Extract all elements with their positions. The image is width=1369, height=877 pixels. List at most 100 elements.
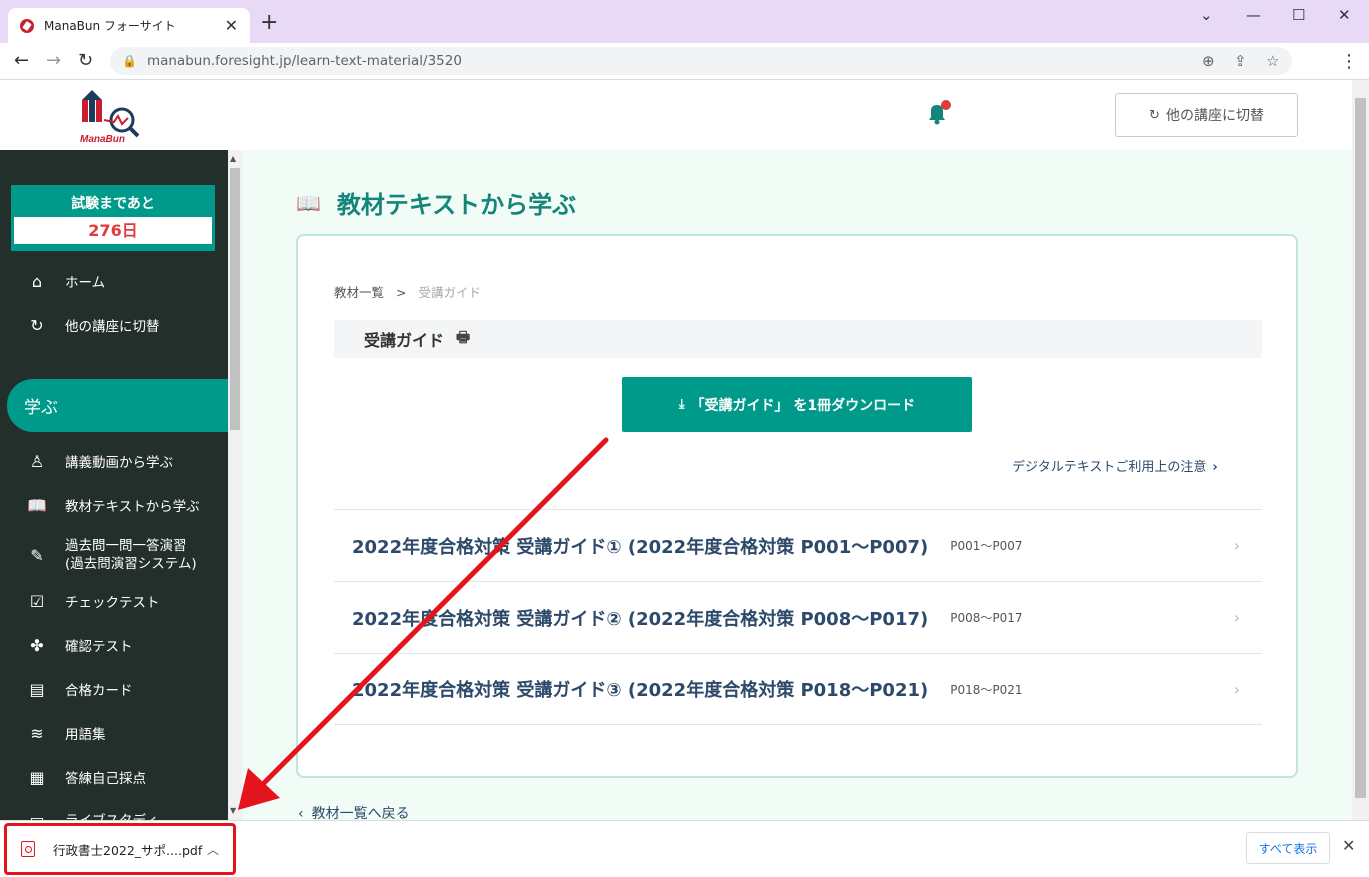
chevron-right-icon: › [1233,608,1240,627]
chapter-title: 2022年度合格対策 受講ガイド② (2022年度合格対策 P008～P017) [352,608,929,630]
page-scrollbar[interactable] [1352,80,1369,820]
site-header: ManaBun ↻ 他の講座に切替 [0,80,1352,150]
pdf-file-icon [21,841,35,857]
list-item[interactable]: 2022年度合格対策 受講ガイド③ (2022年度合格対策 P018～P021)… [334,653,1262,725]
sidebar-item-label: 過去問一問一答演習 [65,538,187,554]
page-scroll-thumb[interactable] [1355,98,1366,798]
refresh-icon: ↻ [1149,107,1160,123]
downloaded-file-name: 行政書士2022_サポ....pdf [53,842,203,858]
main-content: 📖 教材テキストから学ぶ 教材一覧 > 受講ガイド 受講ガイド 🖶 ⤓ 「受講ガ… [242,150,1352,822]
sidebar-section-learn[interactable]: 学ぶ [7,379,228,432]
exam-countdown: 試験まであと 276日 [11,185,215,251]
sidebar-item-label: 答練自己採点 [65,771,146,787]
chevron-right-icon: › [1212,460,1218,475]
sidebar-item-past-questions[interactable]: ✎ 過去問一問一答演習 (過去問演習システム) [0,535,228,575]
sidebar: 試験まであと 276日 ⌂ ホーム ↻ 他の講座に切替 学ぶ ♙ 講義動画から学… [0,150,228,820]
material-card: 教材一覧 > 受講ガイド 受講ガイド 🖶 ⤓ 「受講ガイド」 を1冊ダウンロード… [296,234,1298,778]
countdown-label: 試験まであと [71,196,155,212]
url-text: manabun.foresight.jp/learn-text-material… [146,53,462,69]
site-favicon-icon [20,18,34,33]
download-bar-close-icon[interactable]: ✕ [1342,836,1355,855]
lock-icon: 🔒 [122,54,137,68]
zoom-icon[interactable]: ⊕ [1202,52,1215,70]
chapter-title: 2022年度合格対策 受講ガイド③ (2022年度合格対策 P018～P021) [352,680,929,701]
countdown-days: 276日 [14,217,212,244]
browser-menu-icon[interactable]: ⋮ [1340,51,1358,72]
edit-icon: ✎ [30,545,44,565]
window-close-button[interactable]: ✕ [1338,6,1351,24]
breadcrumb-parent[interactable]: 教材一覧 [334,285,384,300]
download-bar: 行政書士2022_サポ....pdf ︿ すべて表示 ✕ [0,820,1369,877]
notice-label: デジタルテキストご利用上の注意 [1012,460,1207,475]
sidebar-item-label-sub: (過去問演習システム) [65,556,197,572]
grading-icon: ▦ [29,767,45,787]
manabun-logo[interactable]: ManaBun [78,90,142,144]
sidebar-item-self-grading[interactable]: ▦ 答練自己採点 [0,766,228,788]
sidebar-item-label: 教材テキストから学ぶ [65,499,200,515]
guide-title-bar: 受講ガイド 🖶 [334,320,1262,358]
sidebar-item-live-study[interactable]: ▭ ライブスタディ [0,808,228,821]
sidebar-scroll-thumb[interactable] [230,168,240,430]
tab-title: ManaBun フォーサイト [44,19,176,33]
sidebar-item-label: 確認テスト [65,639,133,655]
chapter-list: 2022年度合格対策 受講ガイド① (2022年度合格対策 P001～P007)… [334,509,1262,725]
download-icon: ⤓ [678,397,685,412]
list-item[interactable]: 2022年度合格対策 受講ガイド① (2022年度合格対策 P001～P007)… [334,509,1262,581]
share-icon[interactable]: ⇪ [1234,52,1247,70]
refresh-icon: ↻ [30,315,44,335]
sidebar-scrollbar[interactable]: ▲ ▼ [228,150,242,820]
address-bar[interactable]: 🔒 manabun.foresight.jp/learn-text-materi… [110,47,1292,75]
sidebar-item-glossary[interactable]: ≋ 用語集 [0,722,228,744]
downloaded-file-item[interactable]: 行政書士2022_サポ....pdf ︿ [4,823,236,875]
book-icon: 📖 [296,190,321,215]
forward-arrow-icon[interactable]: → [46,50,61,71]
sidebar-item-label: ホーム [65,275,106,291]
back-arrow-icon[interactable]: ← [14,50,29,71]
sidebar-item-label: 講義動画から学ぶ [65,455,173,471]
cards-icon: ▤ [29,679,45,699]
sidebar-item-label: 合格カード [65,683,133,699]
browser-toolbar: ← → ↻ 🔒 manabun.foresight.jp/learn-text-… [0,43,1369,80]
new-tab-button[interactable]: + [260,12,278,34]
reload-icon[interactable]: ↻ [78,50,93,71]
svg-text:ManaBun: ManaBun [80,134,125,144]
breadcrumb: 教材一覧 > 受講ガイド [334,282,481,301]
page-title-text: 教材テキストから学ぶ [336,191,577,219]
sidebar-item-home[interactable]: ⌂ ホーム [0,270,228,292]
chapter-title: 2022年度合格対策 受講ガイド① (2022年度合格対策 P001～P007) [352,536,929,558]
notification-bell-icon[interactable] [925,100,951,126]
minimize-button[interactable]: — [1246,6,1261,24]
chevron-right-icon: › [1233,536,1240,555]
sidebar-item-confirm-test[interactable]: ✤ 確認テスト [0,634,228,656]
scroll-down-icon[interactable]: ▼ [230,806,236,815]
live-icon: ▭ [29,809,45,821]
sidebar-item-lecture-video[interactable]: ♙ 講義動画から学ぶ [0,450,228,472]
chapter-pages: P001～P007 [950,539,1023,553]
breadcrumb-current: 受講ガイド [418,285,481,300]
chevron-up-icon[interactable]: ︿ [207,841,219,858]
bookmark-star-icon[interactable]: ☆ [1266,52,1279,70]
show-all-downloads-button[interactable]: すべて表示 [1246,832,1330,864]
print-icon[interactable]: 🖶 [456,327,470,352]
download-guide-button[interactable]: ⤓ 「受講ガイド」 を1冊ダウンロード [622,377,972,432]
lecturer-icon: ♙ [29,451,45,471]
sidebar-item-switch-course[interactable]: ↻ 他の講座に切替 [0,314,228,336]
chevron-right-icon: › [1233,679,1240,699]
tab-search-icon[interactable]: ⌄ [1200,6,1213,24]
maximize-button[interactable]: ☐ [1292,6,1305,24]
home-icon: ⌂ [31,271,43,291]
sidebar-item-label: ライブスタディ [65,809,159,820]
tab-close-icon[interactable]: ✕ [225,16,238,35]
browser-tab[interactable]: ManaBun フォーサイト ✕ [8,8,250,43]
sidebar-item-pass-cards[interactable]: ▤ 合格カード [0,678,228,700]
sidebar-item-text-material[interactable]: 📖 教材テキストから学ぶ [0,494,228,516]
list-item[interactable]: 2022年度合格対策 受講ガイド② (2022年度合格対策 P008～P017)… [334,581,1262,653]
download-guide-label: 「受講ガイド」 を1冊ダウンロード [690,397,916,414]
sidebar-item-label: 用語集 [65,727,106,743]
scroll-up-icon[interactable]: ▲ [230,154,236,163]
breadcrumb-separator: > [396,285,407,300]
switch-course-button[interactable]: ↻ 他の講座に切替 [1115,93,1298,137]
guide-title: 受講ガイド [364,331,445,350]
digital-text-notice-link[interactable]: デジタルテキストご利用上の注意 › [1012,456,1218,475]
sidebar-item-check-test[interactable]: ☑ チェックテスト [0,590,228,612]
